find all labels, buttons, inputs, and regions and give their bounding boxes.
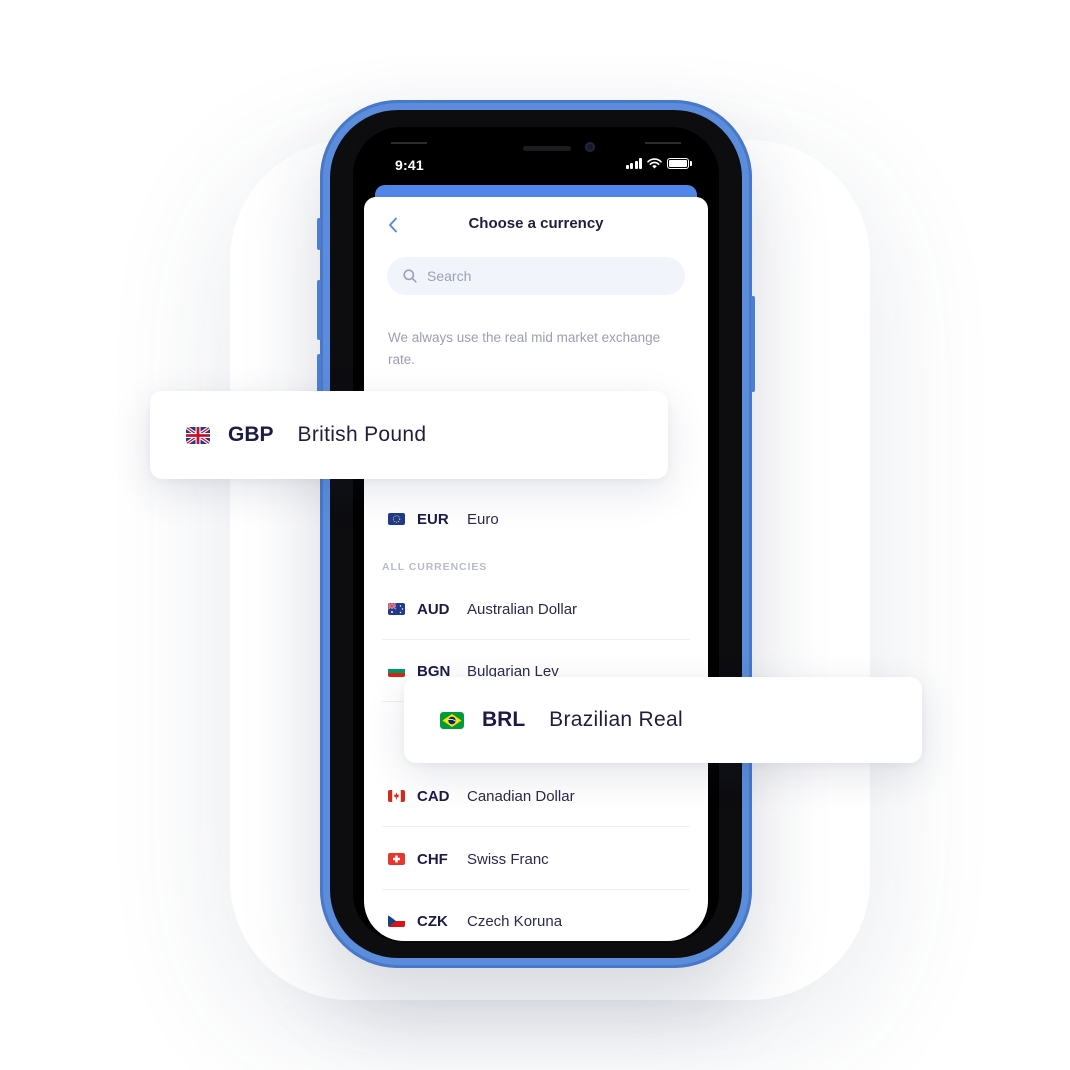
currency-row-czk[interactable]: CZK Czech Koruna xyxy=(382,891,690,941)
front-camera xyxy=(585,142,595,152)
currency-code: CZK xyxy=(417,912,448,930)
phone-screen: 9:41 Choose a currency Search We always … xyxy=(353,127,719,941)
cellular-signal-icon xyxy=(625,158,642,169)
currency-row-aud[interactable]: AUD Australian Dollar xyxy=(382,579,690,640)
mute-switch xyxy=(317,218,321,250)
phone-frame: 9:41 Choose a currency Search We always … xyxy=(317,100,755,968)
section-label-all-currencies: ALL CURRENCIES xyxy=(382,561,488,573)
currency-code: EUR xyxy=(417,510,449,528)
search-bar[interactable] xyxy=(387,257,685,295)
currency-name: British Pound xyxy=(297,423,427,446)
currency-name: Czech Koruna xyxy=(467,912,563,930)
currency-code: BRL xyxy=(482,708,526,731)
australia-flag-icon xyxy=(388,603,405,615)
currency-name: Swiss Franc xyxy=(467,850,549,868)
canada-flag-icon xyxy=(388,790,405,802)
search-input[interactable] xyxy=(425,267,679,285)
floating-card-gbp[interactable]: GBP British Pound xyxy=(150,391,668,479)
notch-line-right xyxy=(645,142,681,144)
eu-flag-icon xyxy=(388,513,405,525)
currency-code: AUD xyxy=(417,600,450,618)
currency-name: Australian Dollar xyxy=(467,600,578,618)
status-time: 9:41 xyxy=(395,157,424,173)
speaker-grill xyxy=(523,146,571,151)
page-title: Choose a currency xyxy=(468,215,604,232)
currency-row-cad[interactable]: CAD Canadian Dollar xyxy=(382,766,690,827)
search-icon xyxy=(403,269,417,283)
czech-flag-icon xyxy=(388,915,405,927)
switzerland-flag-icon xyxy=(388,853,405,865)
currency-name: Canadian Dollar xyxy=(467,787,575,805)
notch-line-left xyxy=(391,142,427,144)
currency-name: Euro xyxy=(467,510,499,528)
wifi-icon xyxy=(647,158,662,169)
status-icons xyxy=(625,158,692,169)
volume-up-button xyxy=(317,280,321,340)
currency-code: CHF xyxy=(417,850,448,868)
currency-code: GBP xyxy=(228,423,274,446)
currency-name: Brazilian Real xyxy=(549,708,683,731)
battery-icon xyxy=(667,158,692,169)
brazil-flag-icon xyxy=(440,711,464,729)
currency-row-eur[interactable]: EUR Euro xyxy=(382,489,690,549)
power-button xyxy=(751,296,755,392)
floating-card-brl[interactable]: BRL Brazilian Real xyxy=(404,677,922,763)
currency-code: CAD xyxy=(417,787,450,805)
currency-row-chf[interactable]: CHF Swiss Franc xyxy=(382,829,690,890)
currency-picker-sheet: Choose a currency We always use the real… xyxy=(364,197,708,941)
bulgaria-flag-icon xyxy=(388,665,405,677)
phone-bezel: 9:41 Choose a currency Search We always … xyxy=(330,110,742,958)
exchange-rate-note: We always use the real mid market exchan… xyxy=(388,330,661,367)
uk-flag-icon xyxy=(186,426,210,444)
